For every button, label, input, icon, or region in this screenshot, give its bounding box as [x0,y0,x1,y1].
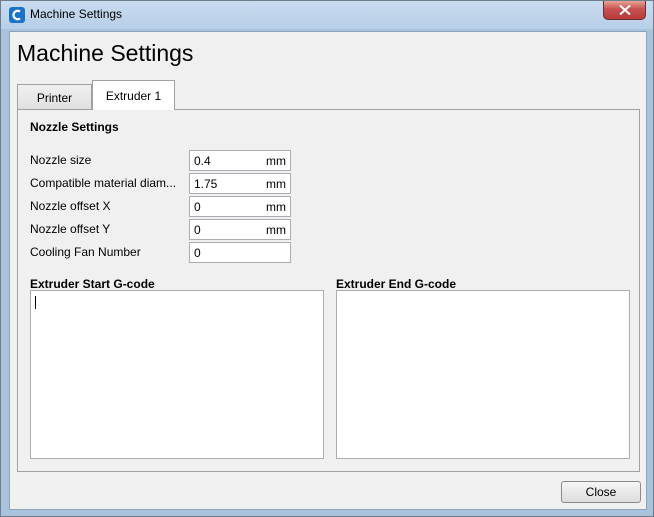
extruder-settings-panel: Nozzle Settings Nozzle size 0.4 mm Compa… [17,109,640,472]
cooling-fan-number-field[interactable]: 0 [189,242,291,263]
nozzle-offset-y-value: 0 [194,223,201,237]
nozzle-settings-heading: Nozzle Settings [30,120,119,134]
close-icon [619,5,631,15]
nozzle-size-unit: mm [266,154,286,168]
tab-printer[interactable]: Printer [17,84,92,109]
material-diameter-field[interactable]: 1.75 mm [189,173,291,194]
machine-settings-window: Machine Settings Machine Settings Printe… [0,0,654,517]
title-bar[interactable]: Machine Settings [1,1,653,29]
material-diameter-label: Compatible material diam... [30,176,177,190]
nozzle-size-field[interactable]: 0.4 mm [189,150,291,171]
cura-logo-icon [9,7,25,23]
nozzle-offset-y-unit: mm [266,223,286,237]
nozzle-offset-x-unit: mm [266,200,286,214]
extruder-end-gcode-heading: Extruder End G-code [336,277,457,291]
nozzle-offset-y-label: Nozzle offset Y [30,222,111,236]
nozzle-size-value: 0.4 [194,154,211,168]
tab-extruder-1[interactable]: Extruder 1 [92,80,175,110]
dialog-client-area: Machine Settings Printer Extruder 1 Nozz… [9,31,647,510]
nozzle-offset-y-field[interactable]: 0 mm [189,219,291,240]
material-diameter-unit: mm [266,177,286,191]
window-close-button[interactable] [603,1,646,20]
nozzle-offset-x-field[interactable]: 0 mm [189,196,291,217]
window-title: Machine Settings [30,7,123,21]
close-button[interactable]: Close [561,481,641,503]
extruder-end-gcode-textarea[interactable] [336,290,630,459]
nozzle-size-label: Nozzle size [30,153,92,167]
text-cursor [35,296,36,309]
extruder-start-gcode-heading: Extruder Start G-code [30,277,155,291]
nozzle-offset-x-value: 0 [194,200,201,214]
page-title: Machine Settings [17,40,194,66]
material-diameter-value: 1.75 [194,177,218,191]
nozzle-offset-x-label: Nozzle offset X [30,199,111,213]
cooling-fan-number-label: Cooling Fan Number [30,245,141,259]
extruder-start-gcode-textarea[interactable] [30,290,324,459]
cooling-fan-number-value: 0 [194,246,201,260]
